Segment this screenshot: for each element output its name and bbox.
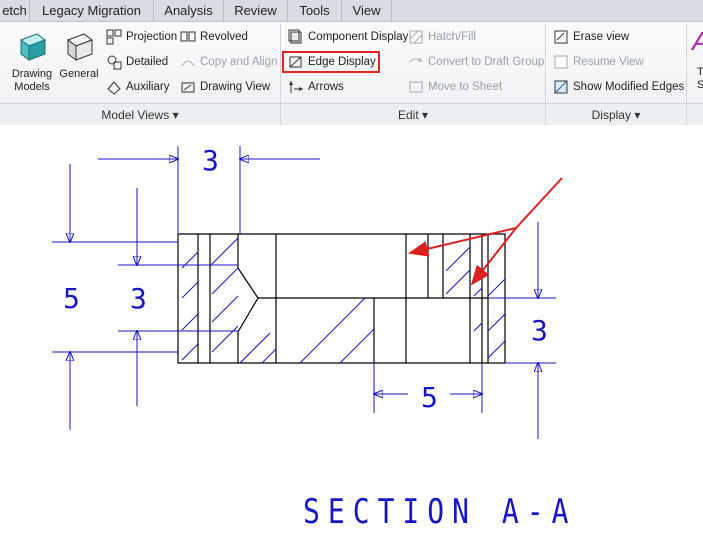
dim-left-5[interactable]: 5	[63, 282, 80, 315]
edit-group-footer[interactable]: Edit ▾	[281, 103, 545, 125]
component-display-icon	[288, 29, 302, 44]
section-view-drawing[interactable]: 3 5 3 3 5	[0, 126, 703, 553]
drawing-models-label: Drawing Models	[11, 68, 53, 93]
section-hatch-lines	[181, 237, 506, 364]
drawing-view-icon	[181, 82, 195, 93]
tab-analysis[interactable]: Analysis	[154, 0, 224, 22]
erase-view-icon	[554, 30, 568, 44]
tab-tools[interactable]: Tools	[288, 0, 342, 22]
drawing-models-icon	[19, 33, 47, 61]
tab-view[interactable]: View	[342, 0, 392, 22]
general-label: General	[59, 68, 99, 80]
display-group-footer[interactable]: Display ▾	[546, 103, 686, 125]
resume-view-icon	[554, 55, 568, 69]
dim-right-3[interactable]: 3	[531, 314, 548, 347]
chevron-down-icon: ▾	[634, 108, 641, 122]
next-group-footer	[687, 103, 703, 125]
drawing-models-button[interactable]: Drawing Models	[8, 30, 56, 94]
revolved-icon	[180, 31, 196, 42]
tab-legacy-migration[interactable]: Legacy Migration	[30, 0, 154, 22]
arrows-icon	[289, 81, 303, 93]
tab-review[interactable]: Review	[224, 0, 288, 22]
dim-bottom-5[interactable]: 5	[421, 381, 438, 414]
projection-icon	[106, 29, 122, 45]
model-views-group-footer[interactable]: Model Views ▾	[0, 103, 280, 125]
dimension-lines	[52, 146, 556, 439]
drawing-canvas[interactable]: 3 5 3 3 5 SECTION A-A	[0, 126, 703, 553]
ribbon-tab-bar: etch Legacy Migration Analysis Review To…	[0, 0, 703, 22]
convert-to-draft-group-icon	[409, 58, 423, 63]
detailed-icon	[107, 55, 122, 70]
edge-display-highlight-box	[282, 51, 380, 73]
callout-arrows	[408, 177, 563, 286]
chevron-down-icon: ▾	[422, 108, 429, 122]
dim-top-3[interactable]: 3	[202, 144, 219, 177]
copy-and-align-icon	[181, 60, 195, 67]
annotate-tab-icon[interactable]: A	[692, 26, 703, 57]
tab-sketch[interactable]: etch	[0, 0, 30, 22]
move-to-sheet-icon	[409, 81, 423, 93]
chevron-down-icon: ▾	[172, 108, 179, 122]
hatch-fill-icon	[409, 30, 423, 44]
general-view-icon	[66, 33, 94, 61]
part-section-geometry	[177, 233, 506, 364]
cut-off-button-label: TS	[697, 66, 703, 91]
section-caption: SECTION A-A	[303, 492, 577, 532]
auxiliary-icon	[107, 81, 121, 95]
dim-left-3[interactable]: 3	[130, 282, 147, 315]
general-button[interactable]: General	[58, 30, 100, 81]
show-modified-edges-icon	[554, 80, 568, 94]
